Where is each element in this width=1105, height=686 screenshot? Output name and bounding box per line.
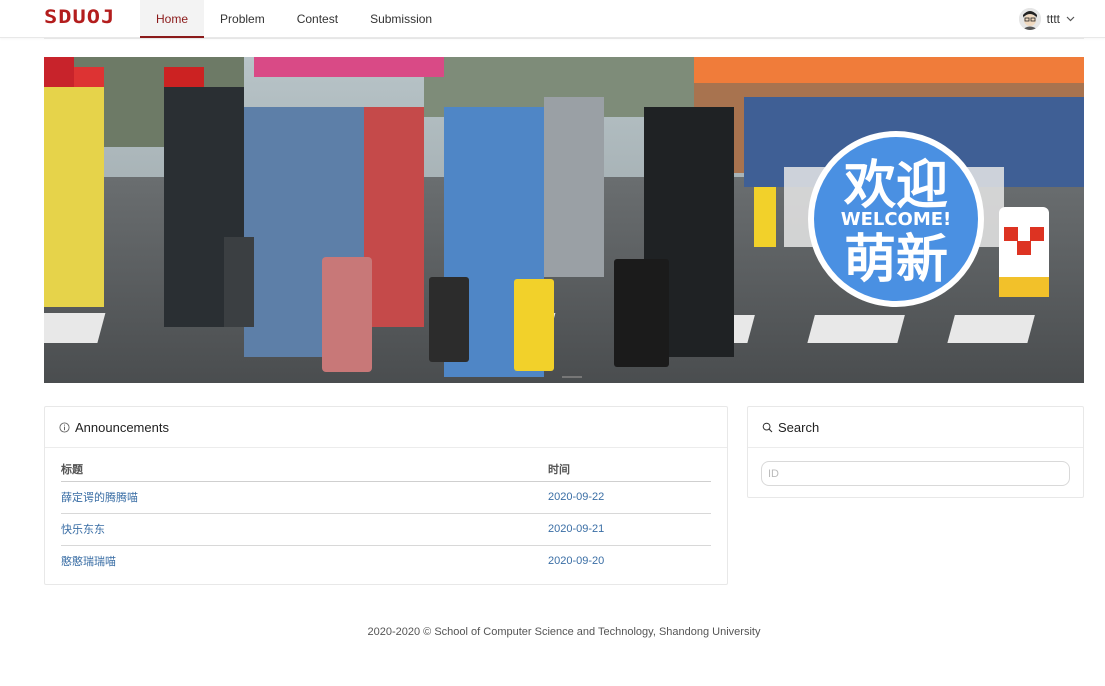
table-header-row: 标题 时间 [61,458,711,482]
info-icon [59,421,70,433]
table-row: 薛定谔的腾腾喵 2020-09-22 [61,481,711,514]
sduoj-logo[interactable]: SDUOJ [44,6,115,28]
announcement-link[interactable]: 薛定谔的腾腾喵 [61,492,138,504]
top-navbar: SDUOJ Home Problem Contest Submission tt… [0,0,1105,38]
table-row: 憨憨瑞瑞喵 2020-09-20 [61,545,711,577]
column-header-time: 时间 [548,458,711,482]
search-header: Search [748,407,1083,448]
chevron-down-icon [1066,14,1075,25]
avatar-icon [1018,8,1041,30]
badge-line2: WELCOME! [841,209,952,230]
welcome-banner-image: 欢迎 WELCOME! 萌新 [44,57,1084,383]
search-icon [762,422,773,433]
logo-text: SDUOJ [44,6,116,28]
nav-home[interactable]: Home [140,0,205,38]
search-title: Search [778,419,820,435]
announcements-title: Announcements [75,419,169,435]
badge-line1: 欢迎 [843,156,948,216]
footer-copyright: 2020-2020 © School of Computer Science a… [367,626,761,638]
announcement-link[interactable]: 憨憨瑞瑞喵 [61,556,116,568]
announcement-link[interactable]: 快乐东东 [61,524,105,536]
announcements-header: Announcements [45,407,727,448]
nav-submission[interactable]: Submission [354,0,448,38]
announcements-table: 标题 时间 薛定谔的腾腾喵 2020-09-22 快乐东东 2020-09-21… [61,458,711,577]
header-divider [44,38,1084,39]
search-card: Search [747,406,1084,498]
announcement-date: 2020-09-21 [548,513,711,546]
username: tttt [1046,12,1060,26]
table-row: 快乐东东 2020-09-21 [61,513,711,546]
badge-line3: 萌新 [844,230,948,290]
user-menu[interactable]: tttt [1018,8,1075,30]
nav-contest[interactable]: Contest [281,0,354,38]
announcement-date: 2020-09-20 [548,555,605,568]
column-header-title: 标题 [61,458,548,482]
announcements-card: Announcements 标题 时间 薛定谔的腾腾喵 2020-09-22 快… [44,406,728,585]
nav-problem[interactable]: Problem [204,0,281,38]
problem-id-search-input[interactable] [761,461,1070,486]
carousel-indicator[interactable] [562,376,582,378]
announcement-date: 2020-09-22 [548,481,711,514]
main-nav: Home Problem Contest Submission [140,0,448,38]
